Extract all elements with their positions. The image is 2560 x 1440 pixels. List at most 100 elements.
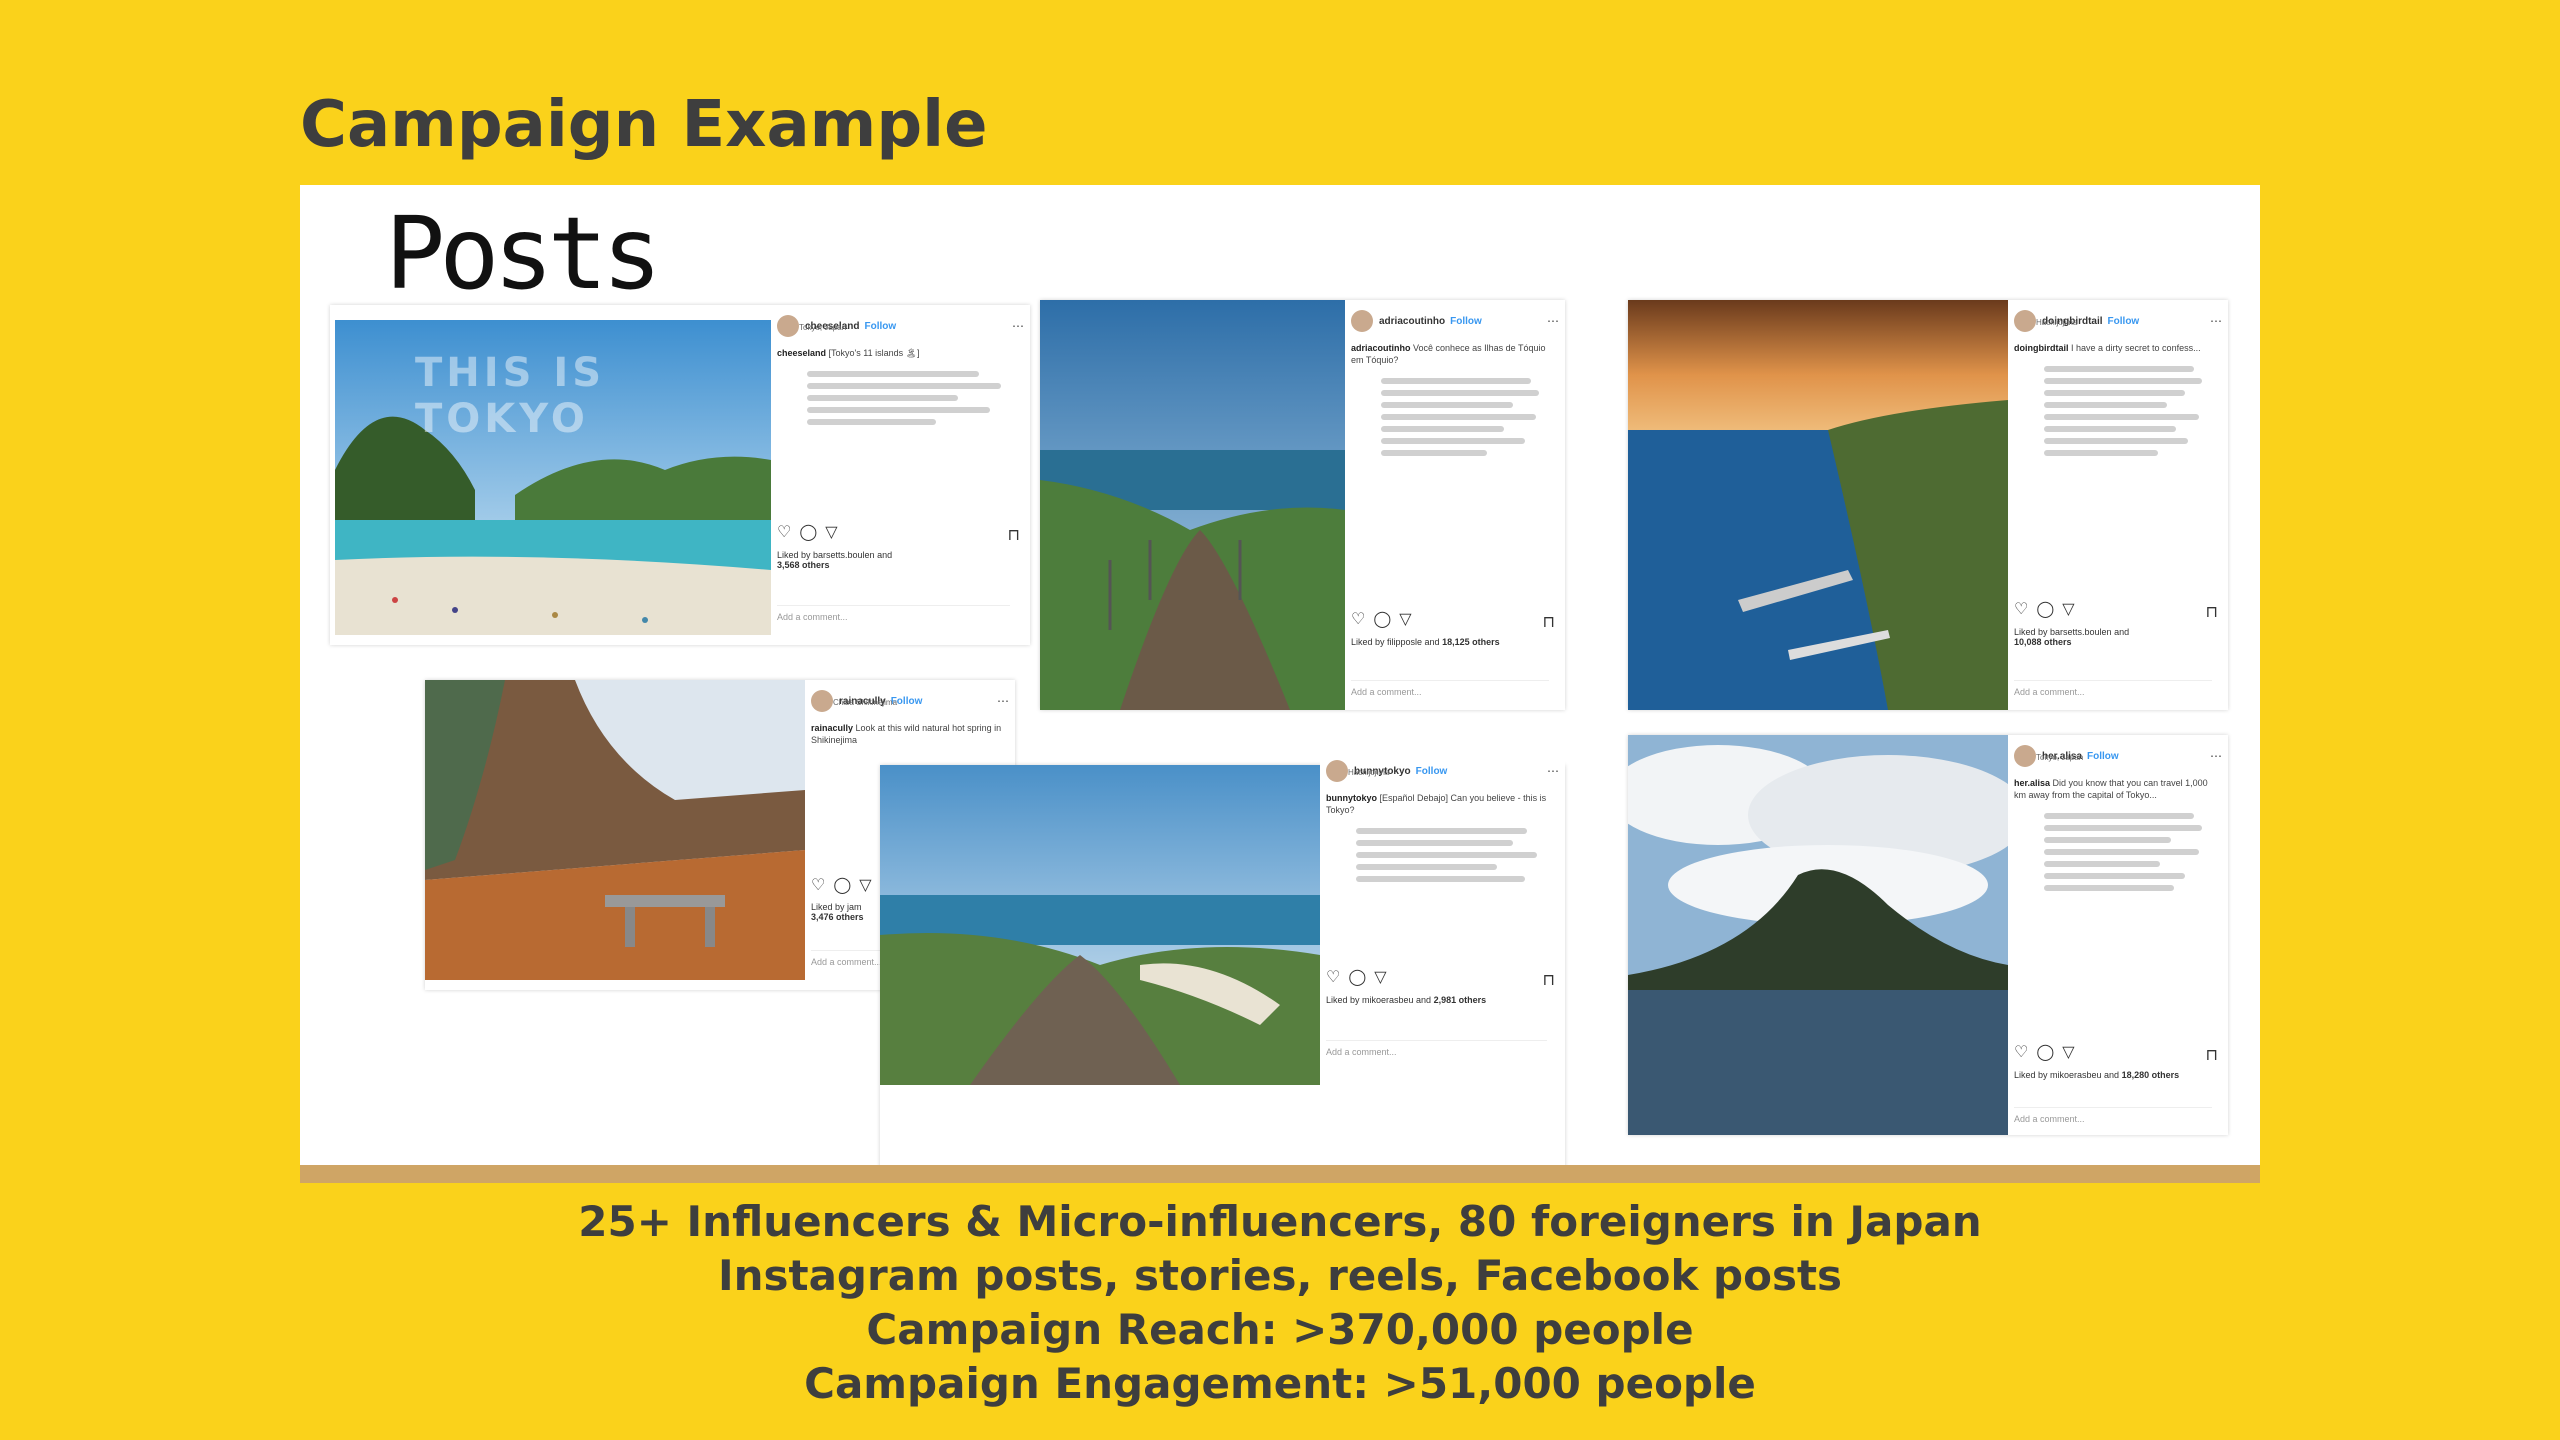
caption-body <box>1345 366 1565 456</box>
heart-icon[interactable]: ♡ <box>1351 612 1365 628</box>
photo-overlay-text: THIS IS TOKYO <box>415 350 606 442</box>
liked-by: Liked by mikoerasbeu and <box>2014 1070 2120 1080</box>
heart-icon[interactable]: ♡ <box>1326 970 1340 986</box>
hot-spring-photo <box>425 680 805 980</box>
follow-button[interactable]: Follow <box>2108 316 2140 327</box>
post-caption: cheeseland [Tokyo's 11 islands 🏝] <box>771 341 1030 359</box>
like-count[interactable]: 10,088 others <box>2014 637 2072 647</box>
comment-icon[interactable]: ◯ <box>799 525 817 541</box>
heart-icon[interactable]: ♡ <box>811 878 825 894</box>
instagram-post[interactable]: doingbirdtail Follow ⋯ Hachijojima doing… <box>1628 300 2228 710</box>
instagram-post[interactable]: bunnytokyo Follow ⋯ Hachijojima bunnytok… <box>880 750 1565 1165</box>
post-caption: rainacully Look at this wild natural hot… <box>805 716 1015 746</box>
share-icon[interactable]: ▽ <box>1399 612 1411 628</box>
posts-heading: Posts <box>385 195 662 312</box>
comment-icon[interactable]: ◯ <box>833 878 851 894</box>
comment-icon[interactable]: ◯ <box>2036 602 2054 618</box>
avatar[interactable] <box>2014 745 2036 767</box>
like-count[interactable]: 3,476 others <box>811 912 864 922</box>
add-comment-input[interactable]: Add a comment... <box>1326 1040 1547 1057</box>
like-count[interactable]: 2,981 others <box>1434 995 1487 1005</box>
share-icon[interactable]: ▽ <box>1374 970 1386 986</box>
summary-line-engagement: Campaign Engagement: >51,000 people <box>804 1359 1756 1408</box>
caption-body <box>1320 816 1565 882</box>
instagram-post[interactable]: THIS IS TOKYO cheeseland Follow ⋯ Tokyo,… <box>330 305 1030 645</box>
caption-body <box>2008 354 2228 456</box>
post-caption: bunnytokyo [Español Debajo] Can you beli… <box>1320 786 1565 816</box>
add-comment-input[interactable]: Add a comment... <box>2014 1107 2212 1124</box>
heart-icon[interactable]: ♡ <box>2014 1045 2028 1061</box>
add-comment-input[interactable]: Add a comment... <box>1351 680 1549 697</box>
caption-text: [Tokyo's 11 islands 🏝] <box>828 348 920 358</box>
coastal-cliff-photo <box>1628 300 2008 710</box>
summary-line-formats: Instagram posts, stories, reels, Faceboo… <box>717 1251 1843 1300</box>
follow-button[interactable]: Follow <box>1416 766 1448 777</box>
follow-button[interactable]: Follow <box>864 321 896 332</box>
share-icon[interactable]: ▽ <box>859 878 871 894</box>
liked-by: Liked by jam <box>811 902 862 912</box>
share-icon[interactable]: ▽ <box>825 525 837 541</box>
add-comment-input[interactable]: Add a comment... <box>2014 680 2212 697</box>
post-caption: her.alisa Did you know that you can trav… <box>2008 771 2228 801</box>
caption-body <box>2008 801 2228 891</box>
comment-icon[interactable]: ◯ <box>1348 970 1366 986</box>
caption-body <box>771 359 1030 425</box>
post-photo[interactable] <box>1628 735 2008 1135</box>
like-count[interactable]: 18,125 others <box>1442 637 1500 647</box>
share-icon[interactable]: ▽ <box>2062 602 2074 618</box>
like-count[interactable]: 3,568 others <box>777 560 830 570</box>
follow-button[interactable]: Follow <box>1450 316 1482 327</box>
mountain-photo <box>1628 735 2008 1135</box>
more-icon[interactable]: ⋯ <box>1547 314 1559 328</box>
heart-icon[interactable]: ♡ <box>2014 602 2028 618</box>
comment-icon[interactable]: ◯ <box>2036 1045 2054 1061</box>
caption-username[interactable]: adriacoutinho <box>1351 343 1411 353</box>
avatar[interactable] <box>2014 310 2036 332</box>
post-caption: adriacoutinho Você conhece as Ilhas de T… <box>1345 336 1565 366</box>
post-photo[interactable] <box>1628 300 2008 710</box>
posts-panel: Posts THIS IS TOKYO cheeseland Follow ⋯ … <box>300 185 2260 1165</box>
avatar[interactable] <box>777 315 799 337</box>
post-photo[interactable] <box>1040 300 1345 710</box>
post-photo[interactable]: THIS IS TOKYO <box>335 320 771 635</box>
avatar[interactable] <box>1351 310 1373 332</box>
avatar[interactable] <box>1326 760 1348 782</box>
caption-username[interactable]: cheeseland <box>777 348 826 358</box>
follow-button[interactable]: Follow <box>2087 751 2119 762</box>
bookmark-icon[interactable]: ⊓ <box>2206 602 2218 622</box>
more-icon[interactable]: ⋯ <box>1547 764 1559 778</box>
liked-by: Liked by barsetts.boulen and <box>2014 627 2130 637</box>
more-icon[interactable]: ⋯ <box>2210 749 2222 763</box>
caption-username[interactable]: doingbirdtail <box>2014 343 2069 353</box>
more-icon[interactable]: ⋯ <box>997 694 1009 708</box>
share-icon[interactable]: ▽ <box>2062 1045 2074 1061</box>
caption-username[interactable]: her.alisa <box>2014 778 2050 788</box>
add-comment-input[interactable]: Add a comment... <box>777 605 1011 622</box>
caption-username[interactable]: rainacully <box>811 723 853 733</box>
instagram-post[interactable]: her.alisa Follow ⋯ Tokyo, Japan her.alis… <box>1628 735 2228 1135</box>
location: Hachijojima <box>2036 318 2078 327</box>
liked-by: Liked by mikoerasbeu and <box>1326 995 1432 1005</box>
instagram-post[interactable]: adriacoutinho Follow ⋯ adriacoutinho Voc… <box>1040 300 1565 710</box>
liked-by: Liked by barsetts.boulen and <box>777 550 893 560</box>
panel-bottom-bar <box>300 1165 2260 1183</box>
post-caption: doingbirdtail I have a dirty secret to c… <box>2008 336 2228 354</box>
heart-icon[interactable]: ♡ <box>777 525 791 541</box>
like-count[interactable]: 18,280 others <box>2122 1070 2180 1080</box>
location: Chiba Shikinejima <box>833 698 898 707</box>
username[interactable]: adriacoutinho <box>1379 316 1445 327</box>
caption-text: I have a dirty secret to confess... <box>2071 343 2201 353</box>
bookmark-icon[interactable]: ⊓ <box>1008 525 1020 545</box>
post-photo[interactable] <box>425 680 805 980</box>
bookmark-icon[interactable]: ⊓ <box>2206 1045 2218 1065</box>
summary-line-influencers: 25+ Influencers & Micro-influencers, 80 … <box>578 1197 1982 1246</box>
caption-username[interactable]: bunnytokyo <box>1326 793 1377 803</box>
bookmark-icon[interactable]: ⊓ <box>1543 970 1555 990</box>
more-icon[interactable]: ⋯ <box>1012 319 1024 333</box>
comment-icon[interactable]: ◯ <box>1373 612 1391 628</box>
post-photo[interactable] <box>880 765 1320 1085</box>
bookmark-icon[interactable]: ⊓ <box>1543 612 1555 632</box>
summary-line-reach: Campaign Reach: >370,000 people <box>866 1305 1694 1354</box>
more-icon[interactable]: ⋯ <box>2210 314 2222 328</box>
avatar[interactable] <box>811 690 833 712</box>
